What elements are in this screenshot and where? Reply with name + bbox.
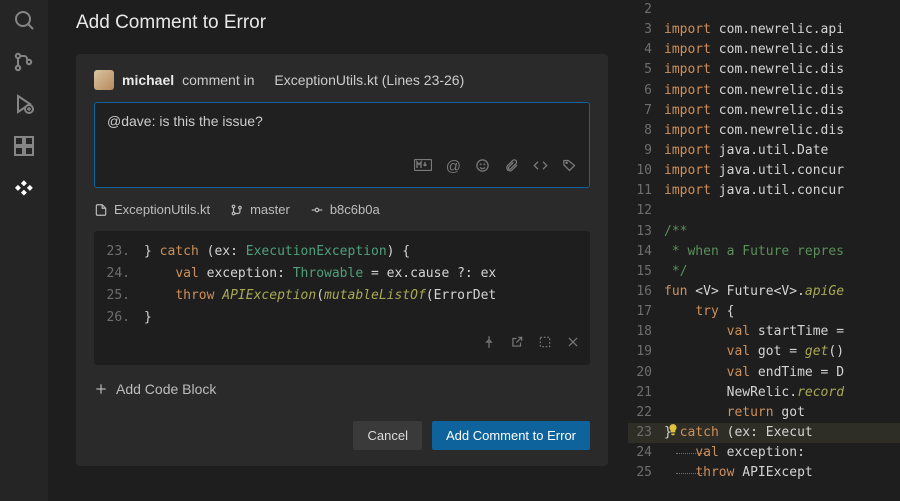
add-code-block-button[interactable]: Add Code Block	[94, 377, 590, 401]
meta-file[interactable]: ExceptionUtils.kt	[94, 202, 210, 217]
code-line: 24. val exception: Throwable = ex.cause …	[104, 263, 580, 285]
submit-button[interactable]: Add Comment to Error	[432, 421, 590, 450]
comment-toolbar: @	[107, 158, 577, 177]
editor-line[interactable]: 5import com.newrelic.dis	[628, 60, 900, 80]
editor[interactable]: 23import com.newrelic.api4import com.new…	[628, 0, 900, 501]
search-icon[interactable]	[12, 8, 36, 32]
meta-branch[interactable]: master	[230, 202, 290, 217]
editor-line[interactable]: 7import com.newrelic.dis	[628, 101, 900, 121]
avatar	[94, 70, 114, 90]
editor-line[interactable]: 11import java.util.concur	[628, 181, 900, 201]
mention-icon[interactable]: @	[446, 158, 461, 177]
close-icon[interactable]	[566, 335, 580, 357]
run-debug-icon[interactable]	[12, 92, 36, 116]
code-icon[interactable]	[533, 158, 548, 177]
cancel-button[interactable]: Cancel	[353, 421, 421, 450]
editor-line[interactable]: 17 try {	[628, 302, 900, 322]
editor-line[interactable]: 25 throw APIExcept	[628, 463, 900, 483]
source-control-icon[interactable]	[12, 50, 36, 74]
meta-branch-label: master	[250, 202, 290, 217]
meta-file-label: ExceptionUtils.kt	[114, 202, 210, 217]
attachment-icon[interactable]	[504, 158, 519, 177]
comment-panel: Add Comment to Error michael comment in …	[48, 0, 628, 501]
markdown-icon[interactable]	[414, 158, 432, 177]
meta-commit[interactable]: b8c6b0a	[310, 202, 380, 217]
editor-line[interactable]: 21 NewRelic.record	[628, 383, 900, 403]
code-line: 25. throw APIException(mutableListOf(Err…	[104, 285, 580, 307]
editor-line[interactable]: 8import com.newrelic.dis	[628, 121, 900, 141]
comment-text[interactable]: @dave: is this the issue?	[107, 113, 577, 129]
emoji-icon[interactable]	[475, 158, 490, 177]
footer-buttons: Cancel Add Comment to Error	[94, 421, 590, 450]
editor-line[interactable]: 19 val got = get()	[628, 342, 900, 362]
comment-header: michael comment in ExceptionUtils.kt (Li…	[94, 70, 590, 90]
editor-line[interactable]: 6import com.newrelic.dis	[628, 81, 900, 101]
editor-line[interactable]: 10import java.util.concur	[628, 161, 900, 181]
activity-bar	[0, 0, 48, 501]
comment-verb: comment in	[182, 72, 254, 88]
pin-icon[interactable]	[482, 335, 496, 357]
comment-input[interactable]: @dave: is this the issue? @	[94, 102, 590, 188]
code-block: 23.} catch (ex: ExecutionException) {24.…	[94, 231, 590, 365]
code-block-actions	[104, 335, 580, 357]
editor-line[interactable]: 3import com.newrelic.api	[628, 20, 900, 40]
code-meta-row: ExceptionUtils.kt master b8c6b0a	[94, 200, 590, 219]
editor-line[interactable]: 22 return got	[628, 403, 900, 423]
code-line: 23.} catch (ex: ExecutionException) {	[104, 241, 580, 263]
editor-line[interactable]: 9import java.util.Date	[628, 141, 900, 161]
code-line: 26.}	[104, 307, 580, 329]
editor-line[interactable]: 14 * when a Future repres	[628, 242, 900, 262]
editor-line[interactable]: 20 val endTime = D	[628, 363, 900, 383]
editor-line[interactable]: 16fun <V> Future<V>.apiGe	[628, 282, 900, 302]
editor-line[interactable]: 2	[628, 0, 900, 20]
editor-line[interactable]: 4import com.newrelic.dis	[628, 40, 900, 60]
comment-card: michael comment in ExceptionUtils.kt (Li…	[76, 54, 608, 466]
editor-line[interactable]: 15 */	[628, 262, 900, 282]
editor-line[interactable]: 13/**	[628, 222, 900, 242]
meta-commit-label: b8c6b0a	[330, 202, 380, 217]
codestream-icon[interactable]	[12, 176, 36, 200]
extensions-icon[interactable]	[12, 134, 36, 158]
editor-line[interactable]: 23} catch (ex: Execut	[628, 423, 900, 443]
lightbulb-icon[interactable]	[666, 423, 680, 437]
panel-title: Add Comment to Error	[76, 12, 608, 34]
comment-context: ExceptionUtils.kt (Lines 23-26)	[274, 72, 464, 88]
select-icon[interactable]	[538, 335, 552, 357]
editor-line[interactable]: 12	[628, 201, 900, 221]
add-code-block-label: Add Code Block	[116, 381, 216, 397]
editor-line[interactable]: 18 val startTime =	[628, 322, 900, 342]
tag-icon[interactable]	[562, 158, 577, 177]
open-icon[interactable]	[510, 335, 524, 357]
editor-line[interactable]: 24 val exception:	[628, 443, 900, 463]
author-name: michael	[122, 72, 174, 88]
